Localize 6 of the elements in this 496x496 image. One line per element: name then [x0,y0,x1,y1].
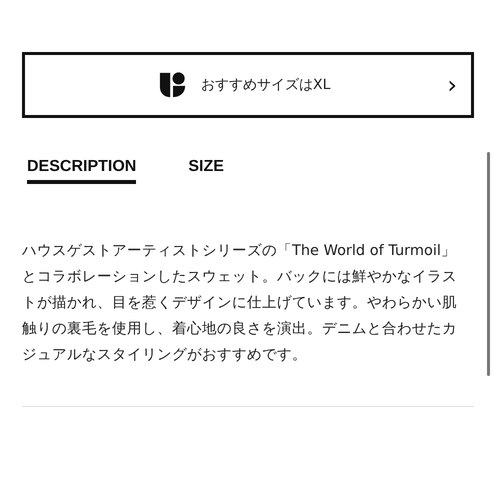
product-description: ハウスゲストアーティストシリーズの「The World of Turmoil」とコラボレーションしたスウェット。バックには鮮やかなイラストが描かれ、目を惹くデザインに仕上げています。やわらかい肌触りの裏毛を使用し、着心地の良さを演出。デニムと合わせたカジュアルなスタイリングがおすすめです。 [22,242,458,365]
size-recommendation-button[interactable]: おすすめサイズはXL › [22,52,474,118]
logo-icon [159,71,187,99]
scrollbar[interactable] [487,152,490,376]
tab[interactable]: SIZE [188,158,224,184]
tab[interactable]: DESCRIPTION [27,158,136,184]
